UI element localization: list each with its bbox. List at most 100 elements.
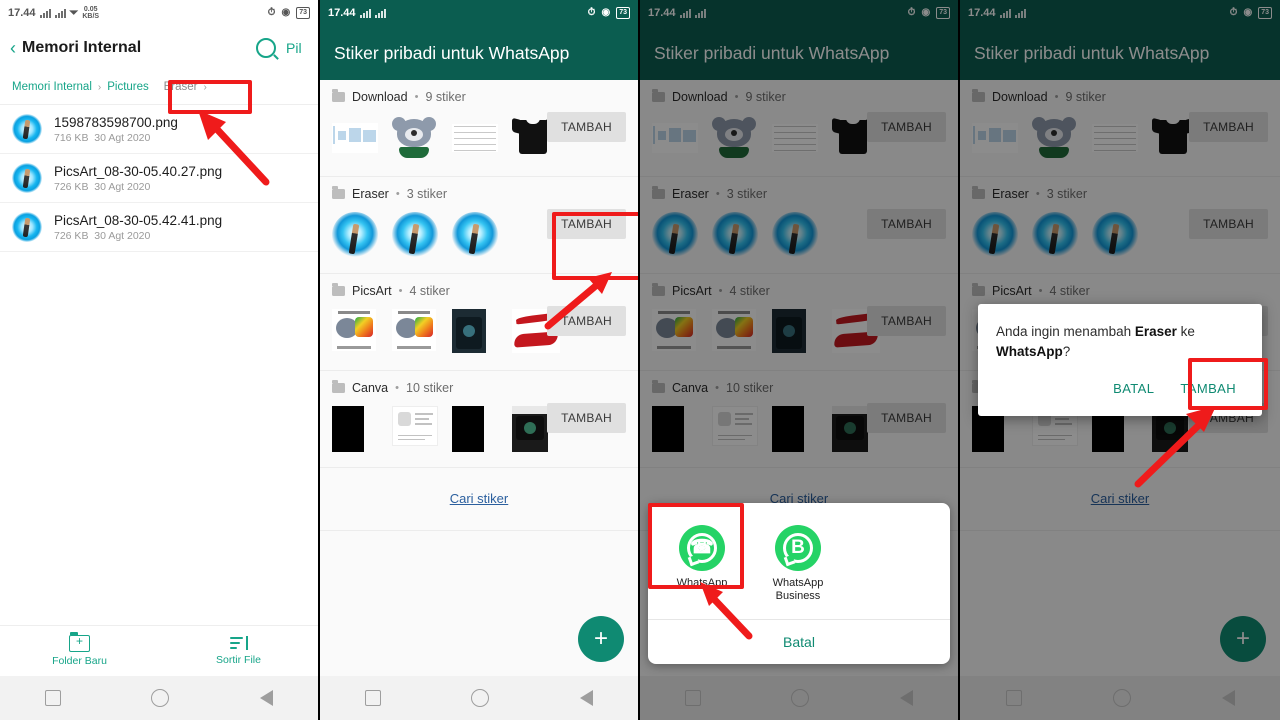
file-list: 1598783598700.png 716 KB 30 Agt 2020 Pic… xyxy=(0,105,318,252)
search-icon[interactable] xyxy=(256,38,276,58)
app-label: WhatsApp xyxy=(676,576,728,589)
add-pack-button[interactable]: TAMBAH xyxy=(547,112,626,142)
status-bar: 17.44 ⏱ ◉ 73 xyxy=(320,0,638,26)
battery-icon: 73 xyxy=(296,7,310,19)
back-icon[interactable] xyxy=(579,690,593,706)
sticker-pack-row-download[interactable]: Download • 9 stiker TAMBAH xyxy=(320,80,638,177)
new-folder-label: Folder Baru xyxy=(52,655,107,667)
file-manager-appbar: ‹ Memori Internal Pil xyxy=(0,26,318,70)
separator-dot: • xyxy=(395,188,400,200)
recents-icon[interactable] xyxy=(45,690,62,706)
panel-file-manager: 17.44 ⏷ 0.05 KB/S ⏱ ◉ 73 ‹ Memori Intern… xyxy=(0,0,318,720)
sort-icon xyxy=(229,636,248,651)
sticker-thumb xyxy=(332,309,378,355)
file-meta: 726 KB 30 Agt 2020 xyxy=(54,181,222,193)
dnd-icon: ◉ xyxy=(281,7,291,18)
sort-file-button[interactable]: Sortir File xyxy=(159,626,318,676)
separator-dot: • xyxy=(395,382,399,394)
panel-app-chooser: 17.44 ⏱ ◉ 73 Stiker pribadi untuk WhatsA… xyxy=(640,0,958,720)
dialog-pack-name: Eraser xyxy=(1134,324,1177,339)
back-icon[interactable] xyxy=(1221,690,1235,706)
signal-bars-icon-2 xyxy=(54,8,66,18)
breadcrumb-pictures[interactable]: Pictures xyxy=(107,81,149,93)
add-pack-button[interactable]: TAMBAH xyxy=(547,403,626,433)
file-thumbnail xyxy=(12,114,42,144)
home-icon[interactable] xyxy=(1112,689,1131,707)
pack-count: 3 stiker xyxy=(406,187,447,201)
add-pack-button-eraser[interactable]: TAMBAH xyxy=(547,209,626,239)
pack-count: 9 stiker xyxy=(425,90,466,104)
recents-icon[interactable] xyxy=(685,690,702,706)
battery-icon: 73 xyxy=(616,7,630,19)
folder-icon xyxy=(332,89,345,102)
app-option-whatsapp[interactable]: ☎ WhatsApp xyxy=(656,519,748,609)
file-row[interactable]: PicsArt_08-30-05.42.41.png 726 KB 30 Agt… xyxy=(0,203,318,252)
pack-name: Eraser xyxy=(352,187,389,201)
status-time: 17.44 xyxy=(328,7,356,19)
sticker-pack-row-canva[interactable]: Canva • 10 stiker TAMBAH xyxy=(320,371,638,468)
signal-bars-icon-2 xyxy=(374,8,386,18)
app-option-whatsapp-business[interactable]: B WhatsApp Business xyxy=(752,519,844,609)
eraser-sticker-art xyxy=(332,212,378,258)
sticker-pack-row-picsart[interactable]: PicsArt • 4 stiker TAMBAH xyxy=(320,274,638,371)
breadcrumb-current[interactable]: Eraser xyxy=(164,81,198,93)
home-icon[interactable] xyxy=(151,689,170,707)
signal-bars-icon xyxy=(39,8,51,18)
file-meta: 716 KB 30 Agt 2020 xyxy=(54,132,178,144)
add-pack-button[interactable]: TAMBAH xyxy=(547,306,626,336)
sticker-image-icon xyxy=(12,212,42,242)
add-sticker-fab[interactable]: + xyxy=(578,616,624,662)
back-arrow-icon[interactable]: ‹ xyxy=(10,39,16,57)
file-row[interactable]: PicsArt_08-30-05.40.27.png 726 KB 30 Agt… xyxy=(0,154,318,203)
back-icon[interactable] xyxy=(259,690,273,706)
whatsapp-icon: ☎ xyxy=(679,524,725,571)
sticker-thumb xyxy=(392,212,438,258)
sticker-app-header: Stiker pribadi untuk WhatsApp xyxy=(320,26,638,80)
folder-icon xyxy=(332,186,345,199)
sticker-thumb xyxy=(392,406,438,452)
breadcrumb-root[interactable]: Memori Internal xyxy=(12,81,92,93)
pack-name: PicsArt xyxy=(352,284,392,298)
search-sticker-link[interactable]: Cari stiker xyxy=(450,491,509,506)
dialog-message: Anda ingin menambah Eraser ke WhatsApp? xyxy=(996,322,1244,363)
dialog-text-3: ? xyxy=(1062,344,1071,360)
file-date: 30 Agt 2020 xyxy=(94,180,151,193)
sticker-thumb xyxy=(332,212,378,258)
pack-name: Download xyxy=(352,90,408,104)
chevron-right-icon-3: › xyxy=(203,81,207,93)
file-row[interactable]: 1598783598700.png 716 KB 30 Agt 2020 xyxy=(0,105,318,154)
eraser-sticker-art xyxy=(452,212,498,258)
file-name: PicsArt_08-30-05.42.41.png xyxy=(54,212,223,228)
app-label: WhatsApp Business xyxy=(772,576,824,602)
sticker-thumb xyxy=(452,212,498,258)
file-date: 30 Agt 2020 xyxy=(94,229,151,242)
select-button[interactable]: Pil xyxy=(286,40,308,56)
android-nav-bar xyxy=(640,676,958,720)
alarm-off-icon: ⏱ xyxy=(267,7,276,18)
picsart-sticker-art xyxy=(392,309,436,351)
new-folder-button[interactable]: Folder Baru xyxy=(0,626,159,676)
pack-name: Canva xyxy=(352,381,389,395)
pack-count: 10 stiker xyxy=(406,381,454,395)
home-icon[interactable] xyxy=(791,689,810,707)
page-title: Stiker pribadi untuk WhatsApp xyxy=(334,42,570,63)
dialog-cancel-button[interactable]: BATAL xyxy=(1105,375,1162,402)
sticker-pack-row-eraser[interactable]: Eraser • 3 stiker TAMBAH xyxy=(320,177,638,274)
file-date: 30 Agt 2020 xyxy=(94,131,151,144)
folder-icon xyxy=(332,380,345,393)
picsart-sticker-art xyxy=(332,309,376,351)
dialog-confirm-button[interactable]: TAMBAH xyxy=(1172,375,1244,402)
home-icon[interactable] xyxy=(471,689,490,707)
koala-mascot-sticker-art xyxy=(392,115,436,159)
file-name: PicsArt_08-30-05.40.27.png xyxy=(54,163,223,179)
separator-dot: • xyxy=(414,91,419,103)
cancel-button[interactable]: Batal xyxy=(648,620,950,664)
dark-photo-sticker-art xyxy=(452,309,486,353)
file-manager-bottom-bar: Folder Baru Sortir File xyxy=(0,625,318,676)
sticker-thumb xyxy=(332,115,378,161)
chevron-right-icon: › xyxy=(97,81,102,93)
recents-icon[interactable] xyxy=(365,690,382,706)
recents-icon[interactable] xyxy=(1005,690,1022,706)
back-icon[interactable] xyxy=(899,690,913,706)
sticker-thumb xyxy=(452,309,498,355)
